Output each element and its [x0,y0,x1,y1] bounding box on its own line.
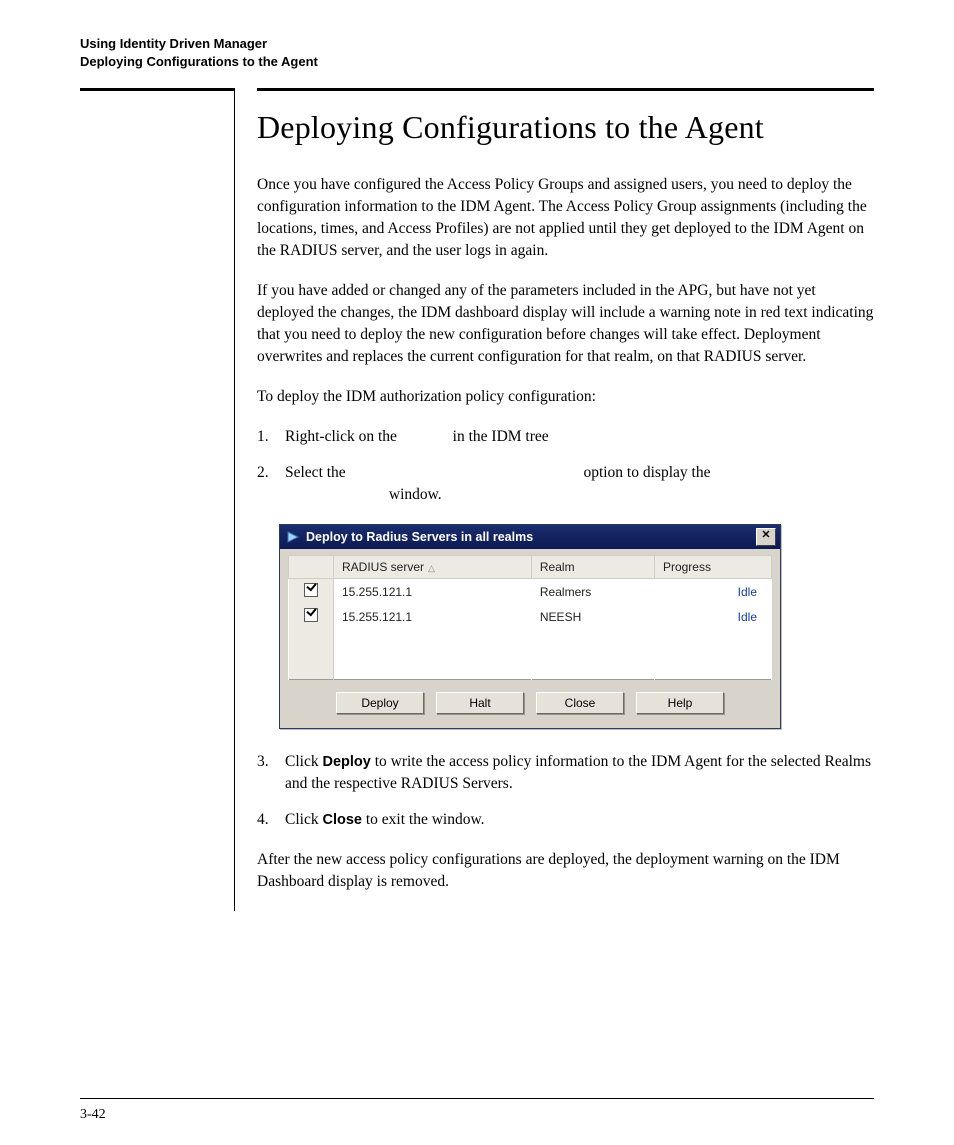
radius-servers-table: RADIUS server△ Realm Progress 15.255.121… [288,555,772,680]
closing-paragraph: After the new access policy configuratio… [257,849,874,893]
page-title: Deploying Configurations to the Agent [257,109,874,146]
close-label-bold: Close [322,812,362,828]
page-number: 3-42 [80,1107,106,1123]
procedure-list: 1. Right-click on the in the IDM tree 2.… [257,426,874,506]
table-row[interactable]: 15.255.121.1 Realmers Idle [289,579,772,605]
help-button[interactable]: Help [636,692,724,714]
steps-lead: To deploy the IDM authorization policy c… [257,386,874,408]
section-rule-right [257,88,874,91]
row-checkbox[interactable] [304,608,318,622]
step-number: 1. [257,426,285,448]
dialog-close-button[interactable]: ✕ [756,528,776,546]
step-1: 1. Right-click on the in the IDM tree [257,426,874,448]
step-3: 3. Click Deploy to write the access poli… [257,751,874,795]
dialog-title-text: Deploy to Radius Servers in all realms [306,530,533,544]
table-row[interactable]: 15.255.121.1 NEESH Idle [289,604,772,629]
step-number: 4. [257,809,285,831]
section-rule-left [80,88,234,91]
col-progress[interactable]: Progress [654,556,771,579]
deploy-button[interactable]: Deploy [336,692,424,714]
col-radius-server[interactable]: RADIUS server△ [334,556,532,579]
step-number: 2. [257,462,285,506]
cell-server: 15.255.121.1 [334,579,532,605]
halt-button[interactable]: Halt [436,692,524,714]
table-body: 15.255.121.1 Realmers Idle 15.255.121.1 … [289,579,772,680]
sort-asc-icon: △ [428,563,435,573]
cell-progress: Idle [654,604,771,629]
intro-paragraph-2: If you have added or changed any of the … [257,280,874,368]
deploy-dialog: Deploy to Radius Servers in all realms ✕… [279,524,781,729]
col-checkbox[interactable] [289,556,334,579]
cell-server: 15.255.121.1 [334,604,532,629]
step-4: 4. Click Close to exit the window. [257,809,874,831]
table-row-empty [289,629,772,680]
dialog-button-row: Deploy Halt Close Help [288,680,772,718]
header-line-1: Using Identity Driven Manager [80,35,874,53]
cell-realm: NEESH [531,604,654,629]
deploy-icon [286,530,300,544]
header-line-2: Deploying Configurations to the Agent [80,53,874,71]
cell-realm: Realmers [531,579,654,605]
step-2: 2. Select the option to display the wind… [257,462,874,506]
step-number: 3. [257,751,285,795]
dialog-titlebar: Deploy to Radius Servers in all realms ✕ [280,525,780,549]
row-checkbox[interactable] [304,583,318,597]
close-button[interactable]: Close [536,692,624,714]
deploy-label-bold: Deploy [322,754,370,770]
footer-rule [80,1098,874,1099]
cell-progress: Idle [654,579,771,605]
col-realm[interactable]: Realm [531,556,654,579]
running-header: Using Identity Driven Manager Deploying … [80,35,874,70]
intro-paragraph-1: Once you have configured the Access Poli… [257,174,874,262]
procedure-list-cont: 3. Click Deploy to write the access poli… [257,751,874,831]
